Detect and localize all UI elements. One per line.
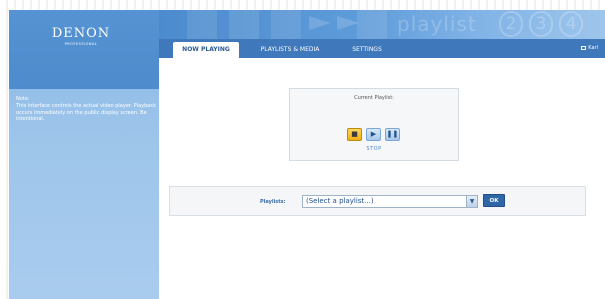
denon-logo: DENON PROFESSIONAL <box>51 27 111 47</box>
tab-settings[interactable]: SETTINGS <box>345 42 389 58</box>
sidebar: DENON PROFESSIONAL Note: This interface … <box>9 10 159 299</box>
user-menu[interactable]: Karl <box>581 45 598 51</box>
user-icon <box>581 45 587 50</box>
playlist-label: Playlists: <box>260 199 286 205</box>
nav-bar: NOW PLAYING PLAYLISTS & MEDIA SETTINGS K… <box>159 39 605 58</box>
header-decor-block <box>357 10 387 39</box>
current-playlist-label: Current Playlist: <box>354 95 394 101</box>
playlist-selector-bar: Playlists: (Select a playlist...) ▼ OK <box>169 186 586 216</box>
logo-area: DENON PROFESSIONAL <box>9 10 159 89</box>
pause-button[interactable]: ❚❚ <box>385 128 400 141</box>
header-arrow-decor <box>309 16 331 30</box>
playback-status: STOP <box>366 146 382 152</box>
app-window: DENON PROFESSIONAL Note: This interface … <box>9 10 605 299</box>
header-decor-word: playlist <box>397 12 477 36</box>
header-decor-block <box>271 10 301 39</box>
chevron-down-icon[interactable]: ▼ <box>466 196 477 207</box>
header-decor-block <box>187 10 217 39</box>
tab-now-playing[interactable]: NOW PLAYING <box>173 42 239 58</box>
ok-button[interactable]: OK <box>483 194 505 207</box>
header-decor-number: 3 <box>529 11 553 37</box>
player-panel: Current Playlist: ■ ▶ ❚❚ STOP <box>289 88 459 161</box>
header-decor-number: 2 <box>499 11 523 37</box>
pause-icon: ❚❚ <box>386 130 399 138</box>
header-arrow-decor <box>337 16 359 30</box>
user-name: Karl <box>588 45 598 51</box>
playlist-select[interactable]: (Select a playlist...) ▼ <box>302 195 478 208</box>
stop-button[interactable]: ■ <box>347 128 362 141</box>
header-decor-number: 4 <box>559 11 583 37</box>
sidebar-note: Note: This interface controls the actual… <box>16 96 156 123</box>
play-icon: ▶ <box>370 130 377 138</box>
note-title: Note: <box>16 96 30 102</box>
stop-icon: ■ <box>351 130 358 138</box>
logo-name: DENON <box>51 26 111 41</box>
playlist-select-value: (Select a playlist...) <box>306 197 374 205</box>
tab-playlists-media[interactable]: PLAYLISTS & MEDIA <box>251 42 329 58</box>
play-button[interactable]: ▶ <box>366 128 381 141</box>
header-decor-block <box>229 10 259 39</box>
note-text: This interface controls the actual video… <box>16 103 156 123</box>
logo-subtitle: PROFESSIONAL <box>64 42 98 46</box>
main-content: Current Playlist: ■ ▶ ❚❚ STOP Playlists:… <box>159 58 605 299</box>
